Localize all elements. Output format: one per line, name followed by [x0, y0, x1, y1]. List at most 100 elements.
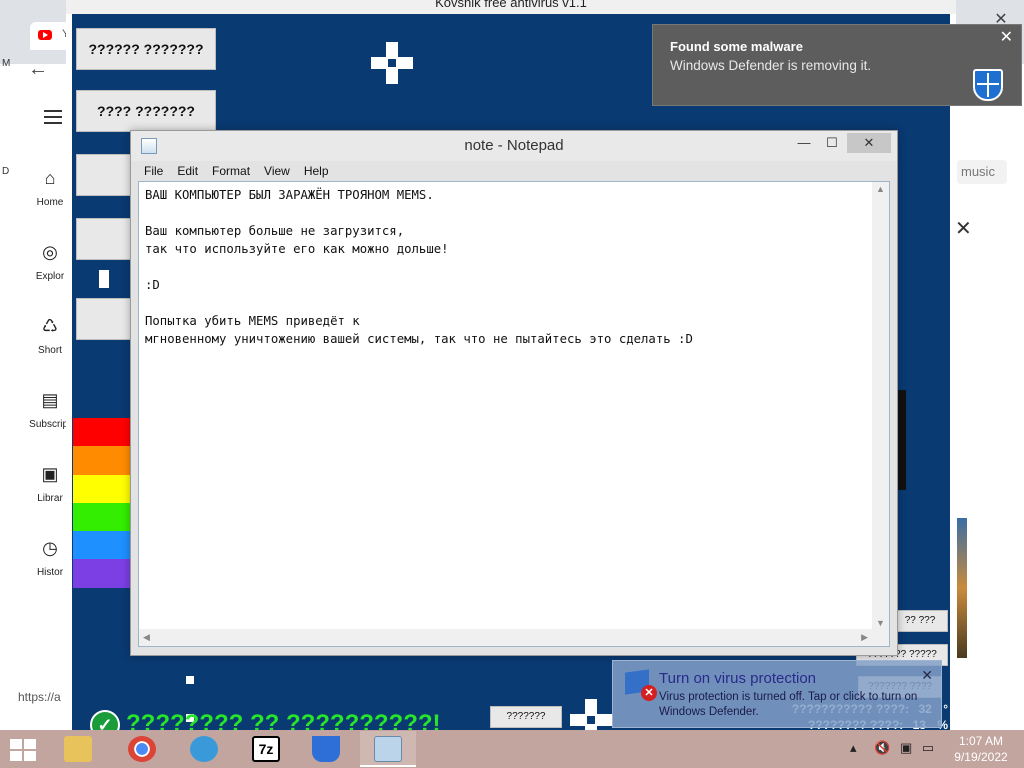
taskbar-cleaner[interactable] — [298, 731, 354, 767]
sidebar-item-label: Explor — [35, 271, 65, 282]
text-line: ​ — [145, 258, 867, 276]
text-line: Ваш компьютер больше не загрузится, — [145, 224, 405, 238]
text-line: ВАШ КОМПЬЮТЕР БЫЛ ЗАРАЖЁН ТРОЯНОМ MEMS. — [145, 188, 434, 202]
cleaner-icon — [312, 736, 340, 762]
show-hidden-icons-icon[interactable]: ▴ — [850, 740, 857, 755]
menu-help[interactable]: Help — [297, 161, 336, 181]
text-line: :D — [145, 278, 160, 292]
start-button[interactable] — [10, 739, 36, 761]
taskbar-file-explorer[interactable] — [50, 731, 106, 767]
action-center-icon[interactable]: ▭ — [922, 740, 934, 755]
horizontal-scrollbar[interactable]: ◀ ▶ — [139, 629, 872, 646]
close-button[interactable]: ✕ — [847, 133, 891, 153]
maximize-button[interactable]: ☐ — [817, 133, 847, 153]
compass-icon: ◎ — [42, 242, 58, 262]
taskbar-app[interactable] — [176, 731, 232, 767]
close-icon[interactable]: ✕ — [955, 216, 972, 241]
vertical-scrollbar[interactable]: ▲ ▼ — [872, 182, 889, 630]
scroll-right-icon[interactable]: ▶ — [861, 632, 868, 643]
pixel-block — [186, 676, 194, 684]
error-icon: ✕ — [641, 685, 657, 701]
rainbow-stripe — [73, 474, 131, 503]
system-tray: ▴ 🔇 ▣ ▭ — [850, 740, 934, 756]
sidebar-item-label: Histor — [36, 567, 64, 578]
rainbow-stripe — [73, 446, 131, 475]
subscriptions-icon: ▤ — [41, 390, 59, 410]
volume-muted-icon[interactable]: 🔇 — [874, 740, 890, 755]
app-icon — [190, 736, 218, 762]
back-arrow-icon[interactable]: ← — [28, 58, 48, 81]
minimize-button[interactable]: — — [789, 133, 819, 153]
file-explorer-icon — [64, 736, 92, 762]
malware-toast[interactable]: Found some malware Windows Defender is r… — [652, 24, 1022, 106]
rainbow-stripe — [73, 559, 131, 588]
antivirus-small-button[interactable]: ?? ??? — [892, 610, 948, 632]
defender-shield-icon — [973, 69, 1003, 101]
scroll-left-icon[interactable]: ◀ — [143, 632, 150, 643]
antivirus-button-2[interactable]: ???? ??????? — [76, 90, 216, 132]
text-line: мгновенному уничтожению вашей системы, т… — [145, 332, 693, 346]
rainbow-bar — [73, 418, 131, 588]
toast-title: Found some malware — [670, 39, 803, 54]
rainbow-stripe — [73, 502, 131, 532]
toast-close-button[interactable]: ✕ — [1000, 27, 1013, 47]
notepad-icon — [374, 736, 402, 762]
video-thumbnail[interactable] — [957, 518, 967, 658]
taskbar-clock[interactable]: 1:07 AM 9/19/2022 — [944, 733, 1018, 765]
sidebar-item-label: Subscript — [29, 419, 71, 430]
network-icon[interactable]: ▣ — [900, 740, 912, 755]
antivirus-button-1[interactable]: ?????? ??????? — [76, 28, 216, 70]
dark-panel — [898, 390, 906, 490]
taskbar: 7z ▴ 🔇 ▣ ▭ 1:07 AM 9/19/2022 — [0, 730, 1024, 768]
text-line: так что используйте его как можно дольше… — [145, 242, 449, 256]
text-line: Попытка убить MEMS приведёт к — [145, 314, 360, 328]
pixel-block — [99, 270, 109, 288]
scroll-up-icon[interactable]: ▲ — [876, 184, 885, 194]
status-url: https://a — [18, 690, 61, 704]
sidebar-item-label: Short — [38, 345, 62, 356]
library-icon: ▣ — [41, 464, 59, 484]
chrome-icon — [128, 736, 156, 762]
clock-time: 1:07 AM — [958, 734, 1004, 748]
taskbar-notepad[interactable] — [360, 731, 416, 767]
sidebar-item-label: Home — [36, 197, 64, 208]
scrollbar-corner — [872, 629, 889, 646]
menu-format[interactable]: Format — [205, 161, 257, 181]
menu-edit[interactable]: Edit — [170, 161, 205, 181]
rainbow-stripe — [73, 531, 131, 560]
notepad-titlebar[interactable]: note - Notepad — ☐ ✕ — [131, 131, 897, 161]
youtube-logo-icon — [38, 30, 52, 40]
taskbar-7zip[interactable]: 7z — [238, 731, 294, 767]
notepad-title: note - Notepad — [464, 137, 564, 154]
stat-unit: ° — [943, 702, 948, 716]
text-line: ​ — [145, 204, 867, 222]
shorts-icon: ♺ — [41, 316, 59, 336]
clock-date: 9/19/2022 — [954, 750, 1008, 764]
home-icon: ⌂ — [44, 168, 56, 188]
7zip-icon: 7z — [252, 736, 280, 762]
menu-icon[interactable] — [44, 110, 62, 124]
defender-warning-icon: ✕ — [625, 669, 657, 701]
menu-file[interactable]: File — [137, 161, 170, 181]
notepad-text[interactable]: ВАШ КОМПЬЮТЕР БЫЛ ЗАРАЖЁН ТРОЯНОМ MEMS. ​… — [145, 186, 867, 348]
notepad-window: note - Notepad — ☐ ✕ File Edit Format View H… — [130, 130, 898, 656]
notepad-text-area[interactable]: ВАШ КОМПЬЮТЕР БЫЛ ЗАРАЖЁН ТРОЯНОМ MEMS. ​… — [138, 181, 890, 647]
virus-toast-body: Virus protection is turned off. Tap or c… — [659, 691, 918, 718]
menu-view[interactable]: View — [257, 161, 297, 181]
rainbow-stripe — [73, 418, 131, 447]
virus-toast-title: Turn on virus protection — [659, 670, 817, 687]
plus-icon — [371, 42, 413, 84]
toast-body: Windows Defender is removing it. — [670, 58, 872, 73]
virus-toast-close-button[interactable]: ✕ — [921, 667, 933, 684]
taskbar-chrome[interactable] — [114, 731, 170, 767]
antivirus-title: Kovshik free antivirus v1.1 — [66, 0, 956, 14]
antivirus-small-button[interactable]: ??????? — [490, 706, 562, 728]
scroll-down-icon[interactable]: ▼ — [876, 618, 885, 628]
music-chip[interactable]: music — [957, 160, 1007, 184]
text-line: ​ — [145, 294, 867, 312]
notepad-menubar: File Edit Format View Help — [137, 161, 893, 181]
history-icon: ◷ — [42, 538, 58, 558]
edge-mark: D — [2, 166, 10, 177]
virus-protection-toast[interactable]: ✕ Turn on virus protection Virus protect… — [612, 660, 942, 728]
edge-mark: M — [2, 58, 11, 69]
